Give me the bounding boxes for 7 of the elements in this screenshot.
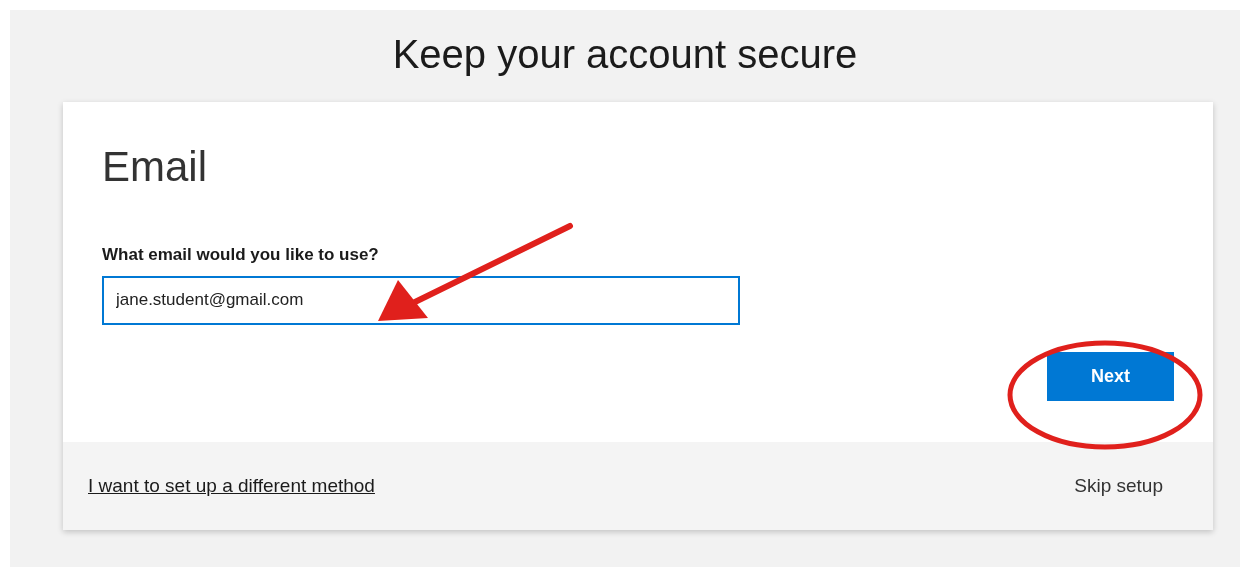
page-title: Keep your account secure — [391, 31, 859, 78]
skip-setup-link[interactable]: Skip setup — [1074, 471, 1163, 501]
email-field[interactable]: jane.student@gmail.com — [102, 275, 740, 325]
different-method-link[interactable]: I want to set up a different method — [88, 471, 375, 501]
card-heading: Email — [102, 142, 209, 192]
field-label: What email would you like to use? — [102, 244, 379, 267]
next-button[interactable]: Next — [1047, 351, 1174, 401]
